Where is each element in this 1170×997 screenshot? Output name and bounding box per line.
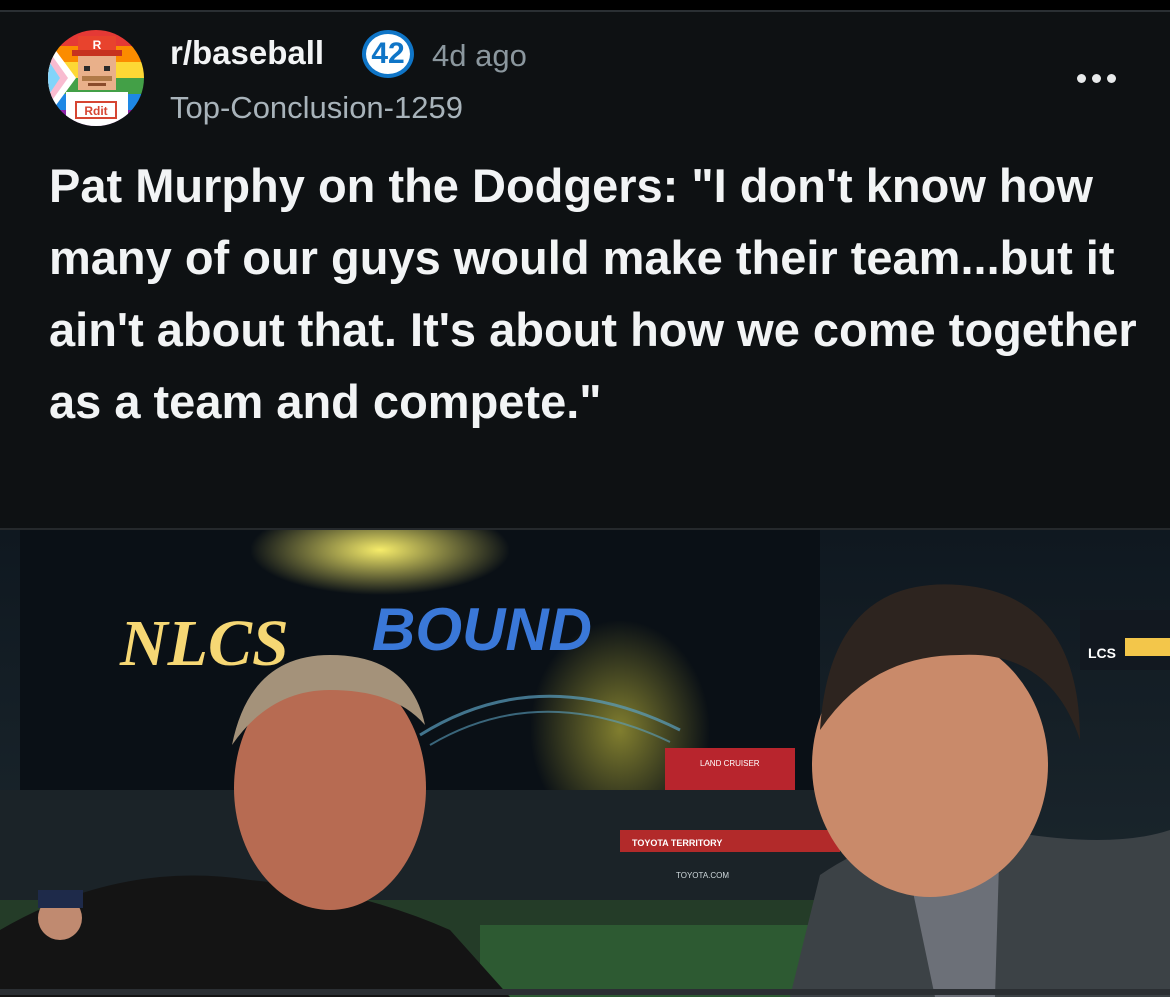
more-options-button[interactable] — [1068, 58, 1124, 98]
sign-word-nlcs: NLCS — [119, 607, 289, 680]
banner-toyota-territory: TOYOTA TERRITORY — [632, 838, 722, 848]
hat-letter: R — [93, 38, 102, 52]
author-name[interactable]: Top-Conclusion-1259 — [170, 90, 463, 126]
interview-photo: NLCS BOUND LCS LAND CRUISER TOYOTA TERRI… — [0, 530, 1170, 997]
board-text: LAND CRUISER — [700, 759, 760, 768]
subreddit-name[interactable]: r/baseball — [170, 34, 324, 72]
banner-toyota-com: TOYOTA.COM — [676, 871, 729, 880]
post-title[interactable]: Pat Murphy on the Dodgers: "I don't know… — [49, 150, 1139, 438]
subreddit-avatar[interactable]: R Rdit — [48, 30, 144, 126]
post-card[interactable]: R Rdit r/baseball 42 4d ago Top-Conclusi… — [0, 0, 1170, 997]
bottom-bar — [0, 989, 1170, 995]
sign-word-bound: BOUND — [372, 596, 592, 663]
dot-icon — [1091, 73, 1101, 83]
top-divider — [0, 0, 1170, 12]
dot-icon — [1076, 73, 1086, 83]
shirt-text: Rdit — [84, 104, 107, 118]
flair-badge: 42 — [362, 30, 414, 78]
post-time: 4d ago — [432, 38, 527, 73]
dot-icon — [1106, 73, 1116, 83]
right-sign-text: LCS — [1088, 645, 1116, 661]
post-image[interactable]: NLCS BOUND LCS LAND CRUISER TOYOTA TERRI… — [0, 528, 1170, 997]
pixel-mascot-avatar-icon: R Rdit — [48, 30, 144, 126]
